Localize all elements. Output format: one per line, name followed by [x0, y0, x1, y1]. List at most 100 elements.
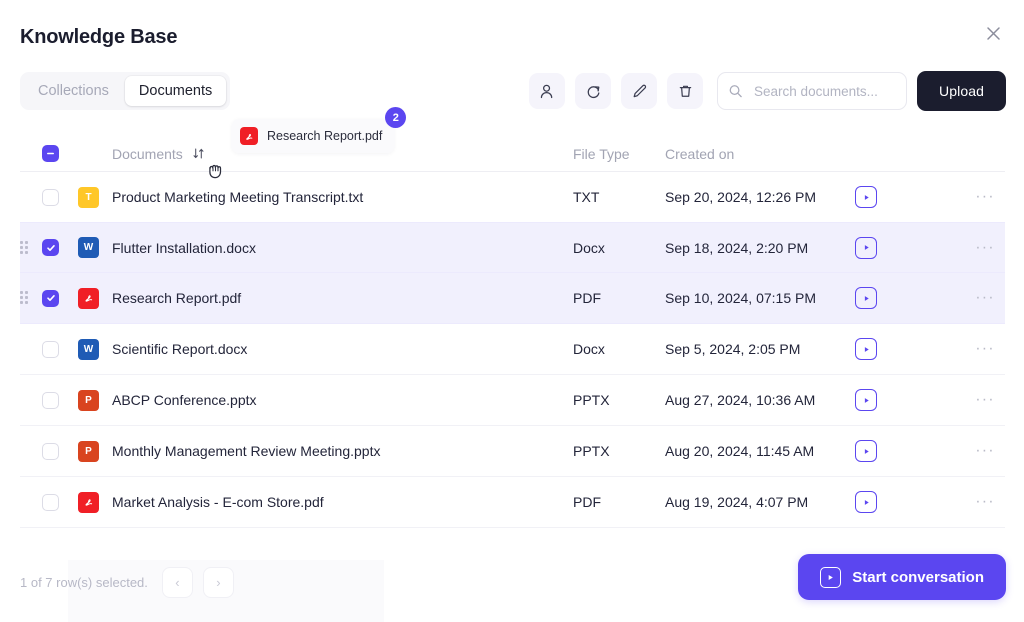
row-checkbox[interactable] — [42, 239, 59, 256]
column-header-name-cell: Documents — [112, 146, 573, 162]
more-horizontal-icon[interactable]: ··· — [971, 288, 999, 308]
refresh-icon[interactable] — [575, 73, 612, 109]
play-icon[interactable] — [855, 491, 877, 513]
row-drag-cell — [20, 240, 42, 255]
created-on-value: Aug 19, 2024, 4:07 PM — [665, 494, 809, 510]
row-checkbox-cell — [42, 340, 78, 358]
file-name[interactable]: Scientific Report.docx — [112, 341, 573, 357]
start-conversation-button[interactable]: Start conversation — [798, 554, 1006, 600]
play-icon[interactable] — [855, 338, 877, 360]
table-row[interactable]: W Scientific Report.docx Docx Sep 5, 2024, … — [20, 324, 1005, 375]
table-row[interactable]: P ABCP Conference.pptx PPTX Aug 27, 2024, 1… — [20, 375, 1005, 426]
user-icon[interactable] — [529, 73, 566, 109]
start-conversation-label: Start conversation — [852, 568, 984, 586]
more-horizontal-icon[interactable]: ··· — [971, 339, 999, 359]
row-checkbox-cell — [42, 289, 78, 307]
trash-icon[interactable] — [667, 73, 704, 109]
more-horizontal-icon[interactable]: ··· — [971, 492, 999, 512]
pdf-file-icon — [73, 282, 104, 314]
close-icon[interactable] — [980, 20, 1006, 46]
page-title: Knowledge Base — [20, 26, 178, 48]
upload-button[interactable]: Upload — [917, 71, 1006, 111]
file-type-value: PPTX — [573, 443, 610, 459]
row-action-cell — [855, 236, 965, 259]
created-on-value: Sep 5, 2024, 2:05 PM — [665, 341, 801, 357]
table-header-row: Documents File Type Created on — [20, 136, 1005, 172]
drag-handle-icon[interactable] — [20, 291, 30, 305]
next-page-button[interactable]: › — [202, 566, 234, 598]
pdf-file-icon — [73, 486, 104, 518]
search-box — [717, 72, 908, 110]
table-row[interactable]: Research Report.pdf PDF Sep 10, 2024, 07:1… — [20, 273, 1005, 324]
row-checkbox-cell — [42, 391, 78, 409]
drag-handle-icon[interactable] — [20, 240, 30, 255]
select-all-checkbox[interactable] — [42, 145, 59, 162]
file-icon-cell: P — [73, 384, 112, 416]
file-icon-cell: W — [73, 333, 112, 365]
tab-documents[interactable]: Documents — [124, 76, 227, 106]
select-all-checkbox-cell — [42, 145, 78, 162]
column-header-name: Documents — [112, 145, 183, 162]
play-icon[interactable] — [855, 186, 877, 208]
docx-file-icon: W — [73, 333, 104, 365]
view-tabs: Collections Documents — [20, 72, 231, 110]
row-action-cell — [855, 440, 965, 462]
file-icon-cell — [73, 282, 112, 314]
file-icon-cell — [73, 486, 112, 518]
documents-table: Documents File Type Created on T Product … — [20, 136, 1005, 528]
play-icon[interactable] — [855, 287, 877, 309]
more-horizontal-icon[interactable]: ··· — [971, 238, 999, 258]
prev-page-button[interactable]: ‹ — [161, 566, 193, 598]
file-type-value: TXT — [573, 189, 600, 205]
more-horizontal-icon[interactable]: ··· — [971, 390, 999, 410]
row-checkbox[interactable] — [42, 493, 59, 511]
table-row[interactable]: W Flutter Installation.docx Docx Sep 18, 20… — [20, 222, 1005, 273]
row-action-cell — [855, 186, 965, 208]
row-checkbox-cell — [42, 239, 78, 256]
row-menu-cell: ··· — [965, 492, 1005, 512]
table-body: T Product Marketing Meeting Transcript.tx… — [20, 172, 1005, 528]
row-action-cell — [855, 287, 965, 309]
file-name[interactable]: ABCP Conference.pptx — [112, 392, 573, 408]
sort-arrows-icon[interactable] — [192, 147, 205, 160]
file-name[interactable]: Market Analysis - E-com Store.pdf — [112, 494, 573, 510]
row-menu-cell: ··· — [965, 238, 1005, 258]
play-icon[interactable] — [855, 389, 877, 411]
row-drag-cell — [20, 291, 42, 305]
row-checkbox-cell — [42, 188, 78, 206]
play-icon — [820, 566, 842, 588]
table-row[interactable]: T Product Marketing Meeting Transcript.tx… — [20, 172, 1005, 223]
row-checkbox[interactable] — [42, 340, 59, 358]
file-icon-cell: T — [73, 181, 112, 213]
search-input[interactable] — [717, 72, 908, 110]
tab-collections[interactable]: Collections — [24, 76, 123, 106]
file-icon-cell: W — [73, 232, 112, 263]
row-action-cell — [855, 491, 965, 513]
row-checkbox[interactable] — [42, 442, 59, 460]
row-menu-cell: ··· — [965, 441, 1005, 461]
pencil-icon[interactable] — [621, 73, 658, 109]
row-checkbox[interactable] — [42, 289, 59, 307]
row-checkbox[interactable] — [42, 188, 59, 206]
knowledge-base-modal: Knowledge Base Collections Documents Sea… — [0, 0, 1024, 622]
more-horizontal-icon[interactable]: ··· — [971, 187, 999, 207]
created-on-value: Aug 20, 2024, 11:45 AM — [665, 443, 815, 459]
drag-count-badge: 2 — [385, 107, 407, 128]
play-icon[interactable] — [855, 236, 877, 259]
pagination: ‹ › — [161, 566, 234, 598]
file-name[interactable]: Product Marketing Meeting Transcript.txt — [112, 189, 573, 205]
more-horizontal-icon[interactable]: ··· — [971, 441, 999, 461]
table-row[interactable]: P Monthly Management Review Meeting.pptx P… — [20, 426, 1005, 477]
play-icon[interactable] — [855, 440, 877, 462]
file-name[interactable]: Monthly Management Review Meeting.pptx — [112, 443, 573, 459]
row-menu-cell: ··· — [965, 187, 1005, 207]
file-type-value: PDF — [573, 494, 601, 510]
created-on-value: Sep 18, 2024, 2:20 PM — [665, 239, 809, 256]
row-action-cell — [855, 338, 965, 360]
row-checkbox[interactable] — [42, 391, 59, 409]
pptx-file-icon: P — [73, 435, 104, 467]
column-header-file-type: File Type — [573, 145, 630, 162]
file-name[interactable]: Flutter Installation.docx — [112, 240, 573, 256]
file-name[interactable]: Research Report.pdf — [112, 290, 573, 306]
table-row[interactable]: Market Analysis - E-com Store.pdf PDF Aug … — [20, 477, 1005, 528]
